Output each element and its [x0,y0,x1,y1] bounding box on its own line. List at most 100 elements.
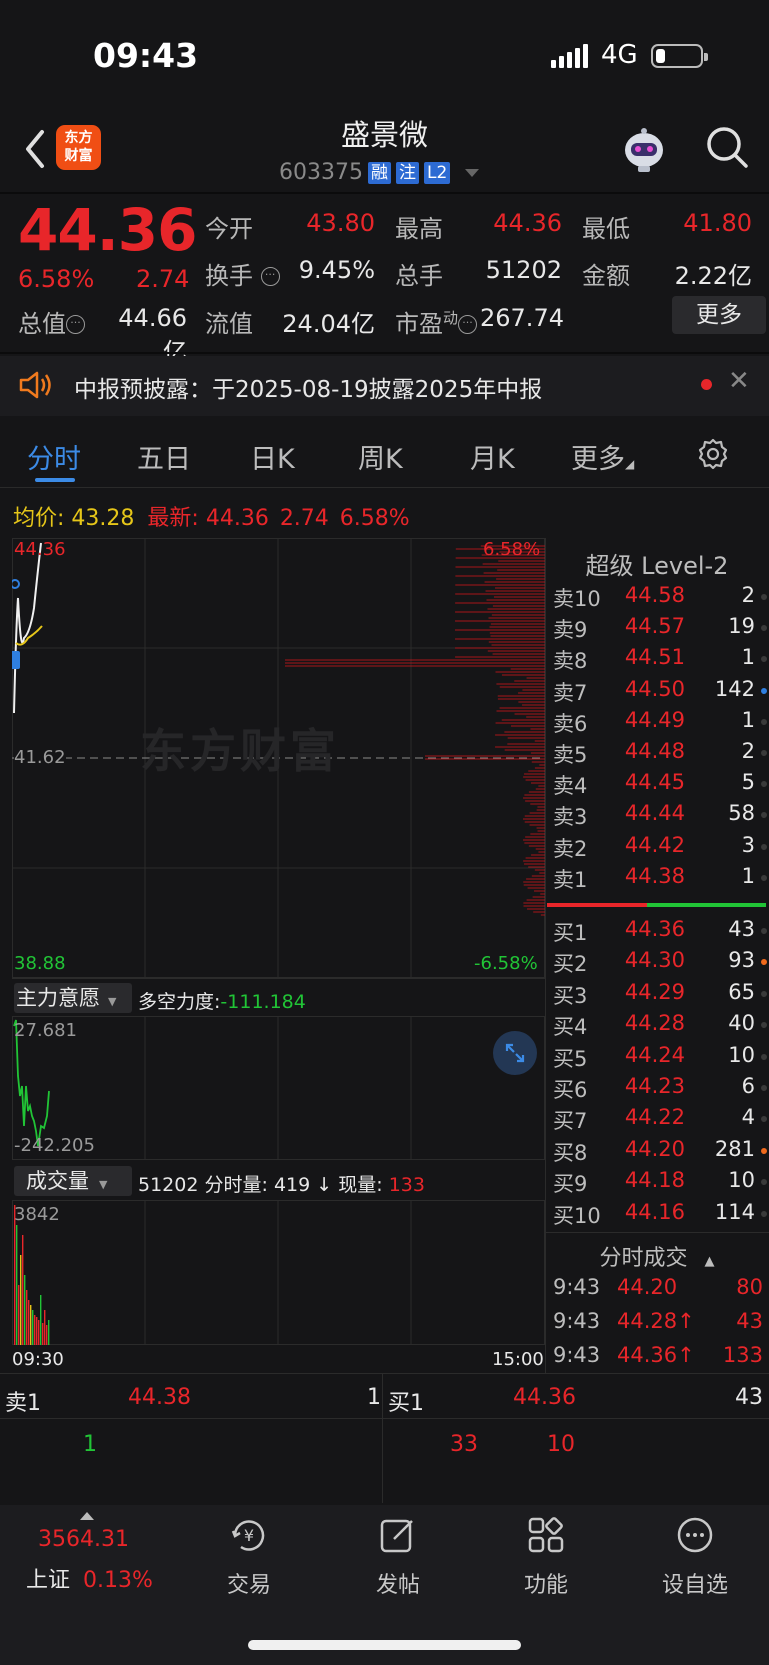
bid-row[interactable]: 买2 44.30 93 [553,948,767,979]
order-marker-dot [761,843,767,850]
bid-row[interactable]: 买5 44.24 10 [553,1043,767,1074]
level-price: 44.51 [624,645,685,670]
expand-button[interactable] [493,1031,537,1075]
bid-row[interactable]: 买6 44.23 6 [553,1074,767,1105]
bid-row[interactable]: 买10 44.16 114 [553,1200,767,1231]
ask-row[interactable]: 卖1 44.38 1 [553,864,767,895]
volume-bar [14,1205,16,1345]
trade-price: 44.28↑ [617,1309,695,1333]
ask-row[interactable]: 卖10 44.58 2 [553,583,767,614]
trade-price: 44.20 [617,1275,678,1299]
volume-bar [20,1255,22,1345]
signal-icon [551,44,591,68]
ask-row[interactable]: 卖2 44.42 3 [553,833,767,864]
order-marker-dot [761,594,767,600]
strip-top-border [0,1373,769,1374]
search-icon[interactable] [704,124,750,170]
volume-bar [30,1305,32,1345]
notice-text[interactable]: 中报预披露：于2025-08-19披露2025年中报 [74,370,542,404]
low-value: 41.80 [683,209,752,237]
down-arrow-icon: ↓ [316,1174,333,1196]
tab-intraday[interactable]: 分时 [27,437,81,476]
level-volume: 1 [741,645,755,670]
level-volume: 3 [741,832,755,857]
level-label: 买2 [553,952,588,977]
robot-assistant-icon[interactable] [620,128,668,174]
index-value[interactable]: 3564.31 [38,1527,129,1552]
order-marker-dot [761,750,767,756]
bid-row[interactable]: 买4 44.28 40 [553,1011,767,1042]
more-button[interactable]: 更多 [672,296,766,334]
level-price: 44.16 [624,1199,685,1224]
chevron-up-icon [80,1512,94,1520]
indicator-top-value: 27.681 [14,1020,77,1041]
index-row[interactable]: 上证 0.13% [26,1562,153,1594]
strip-center-border [382,1373,383,1503]
mktcap-label[interactable]: 总值 ··· [18,304,85,339]
stock-code: 603375 [279,160,363,185]
level-volume: 2 [741,583,755,607]
gear-icon[interactable] [696,437,730,471]
close-icon[interactable]: ✕ [728,366,750,396]
ask-row[interactable]: 卖3 44.44 58 [553,801,767,832]
level-price: 44.44 [624,801,685,826]
pe-superscript: 动 [443,309,459,327]
volume-now: 133 [388,1174,425,1196]
float-label: 流值 [205,310,253,338]
volume-bar [34,1315,36,1345]
bid-row[interactable]: 买9 44.18 10 [553,1168,767,1199]
latest-label: 最新: [147,506,199,531]
speaker-icon [19,371,51,399]
trades-title[interactable]: 分时成交 ▲ [545,1240,769,1272]
header-divider [0,192,769,194]
turnover-label[interactable]: 换手 ··· [205,256,280,291]
nav-functions[interactable]: 功能 [486,1515,606,1599]
indicator-selector[interactable]: 主力意愿 ▼ [14,983,132,1013]
bid-row[interactable]: 买3 44.29 65 [553,980,767,1011]
chart-price-bottom: 38.88 [14,953,66,974]
strip-row2-b: 33 [450,1432,478,1457]
order-marker-dot [761,959,767,966]
level-volume: 40 [728,1011,755,1036]
nav-watchlist[interactable]: 设自选 [635,1515,755,1599]
spread-divider [547,903,766,907]
tab-monthly-k[interactable]: 月K [470,437,515,476]
nav-trade[interactable]: ¥ 交易 [189,1515,309,1599]
volume-selector[interactable]: 成交量 ▼ [14,1166,132,1196]
ask-row[interactable]: 卖4 44.45 5 [553,770,767,801]
registration-tag: 注 [395,161,419,184]
volume-chart[interactable] [12,1200,545,1345]
bid-row[interactable]: 买7 44.22 4 [553,1105,767,1136]
level-label: 卖7 [553,680,588,705]
tab-weekly-k[interactable]: 周K [358,437,403,476]
nav-post[interactable]: 发帖 [338,1515,458,1599]
stock-subtitle[interactable]: 603375 融 注 L2 [279,160,480,185]
level-price: 44.38 [624,863,685,888]
price-info-line: 均价: 43.28 最新: 44.36 2.74 6.58% [13,500,410,532]
order-marker-dot [761,1085,767,1091]
ask-row[interactable]: 卖5 44.48 2 [553,739,767,770]
ask-row[interactable]: 卖8 44.51 1 [553,645,767,676]
trades-divider [545,1232,769,1233]
bid-row[interactable]: 买1 44.36 43 [553,917,767,948]
quote-divider [0,352,769,354]
tab-daily-k[interactable]: 日K [250,437,295,476]
level-volume: 114 [714,1199,755,1224]
grid-icon [528,1517,564,1553]
level-label: 买10 [553,1203,601,1228]
tab-more[interactable]: 更多◢ [571,437,634,476]
tab-five-day[interactable]: 五日 [137,437,191,476]
ask-row[interactable]: 卖7 44.50 142 [553,677,767,708]
avg-label: 均价: [13,506,65,531]
level-label: 卖4 [553,774,588,799]
level-volume: 6 [741,1074,755,1098]
svg-text:¥: ¥ [244,1526,254,1545]
amount-label: 金额 [582,262,630,290]
pe-label[interactable]: 市盈动 ··· [395,304,478,339]
home-indicator[interactable] [248,1640,521,1650]
ask-row[interactable]: 卖6 44.49 1 [553,708,767,739]
order-marker-dot [761,781,767,788]
bid-row[interactable]: 买8 44.20 281 [553,1137,767,1168]
ask-row[interactable]: 卖9 44.57 19 [553,614,767,645]
trade-volume: 80 [736,1275,763,1299]
